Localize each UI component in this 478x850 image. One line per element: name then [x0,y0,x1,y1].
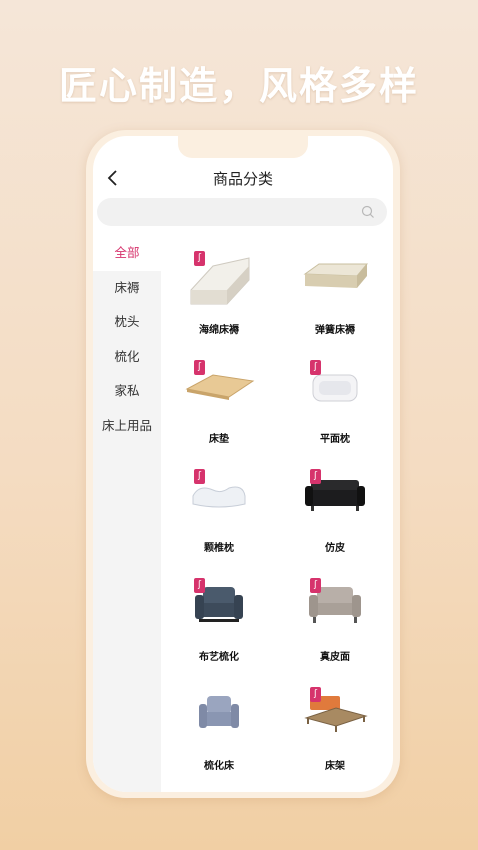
search-icon[interactable] [361,205,375,219]
headline: 匠心制造，风格多样 [58,64,419,108]
product-card[interactable]: 弹簧床褥 [277,236,393,345]
brand-badge-icon: ʃ [194,578,205,593]
sidebar-item-sofa[interactable]: 梳化 [93,340,161,375]
product-label: 床架 [325,761,345,772]
phone-screen: 商品分类 全部 床褥 枕头 梳化 家私 床上用品 ʃ 海绵床褥 弹簧床褥 ʃ 床… [93,136,393,792]
sidebar-item-furniture[interactable]: 家私 [93,374,161,409]
sidebar-item-bedding[interactable]: 床上用品 [93,409,161,444]
back-button[interactable] [101,166,125,190]
product-grid: ʃ 海绵床褥 弹簧床褥 ʃ 床垫 ʃ 平面枕 ʃ 颗椎枕 ʃ 仿皮 ʃ 布艺梳化… [161,236,393,792]
product-label: 梳化床 [204,761,234,772]
brand-badge-icon: ʃ [310,360,321,375]
spring-mattress-image [299,248,371,308]
phone-notch [178,136,308,158]
search-bar[interactable] [97,198,387,228]
product-card[interactable]: ʃ 布艺梳化 [161,563,277,672]
brand-badge-icon: ʃ [310,469,321,484]
product-card[interactable]: ʃ 颗椎枕 [161,454,277,563]
product-label: 真皮面 [320,652,350,663]
product-card[interactable]: 梳化床 [161,672,277,781]
brand-badge-icon: ʃ [310,687,321,702]
product-label: 颗椎枕 [204,543,234,554]
product-card[interactable]: ʃ 真皮面 [277,563,393,672]
product-card[interactable]: ʃ 仿皮 [277,454,393,563]
category-sidebar: 全部 床褥 枕头 梳化 家私 床上用品 [93,236,161,792]
product-label: 布艺梳化 [199,652,239,663]
page-title: 商品分类 [212,169,273,188]
product-card[interactable]: ʃ 海绵床褥 [161,236,277,345]
product-card[interactable]: ʃ 平面枕 [277,345,393,454]
brand-badge-icon: ʃ [310,578,321,593]
brand-badge-icon: ʃ [194,251,205,266]
product-label: 床垫 [209,434,229,445]
phone-frame: 商品分类 全部 床褥 枕头 梳化 家私 床上用品 ʃ 海绵床褥 弹簧床褥 ʃ 床… [86,130,400,798]
brand-badge-icon: ʃ [194,469,205,484]
navbar: 商品分类 [93,158,393,198]
chevron-left-icon [107,170,117,186]
product-label: 海绵床褥 [199,325,239,336]
search-input[interactable] [109,198,353,228]
brand-badge-icon: ʃ [194,360,205,375]
sidebar-item-pillow[interactable]: 枕头 [93,305,161,340]
product-card[interactable]: ʃ 床架 [277,672,393,781]
product-card[interactable]: ʃ 床垫 [161,345,277,454]
sidebar-item-mattress[interactable]: 床褥 [93,271,161,306]
sofa-bed-image [183,684,255,744]
sidebar-item-all[interactable]: 全部 [93,236,161,271]
product-label: 弹簧床褥 [315,325,355,336]
product-label: 仿皮 [325,543,345,554]
product-label: 平面枕 [320,434,350,445]
